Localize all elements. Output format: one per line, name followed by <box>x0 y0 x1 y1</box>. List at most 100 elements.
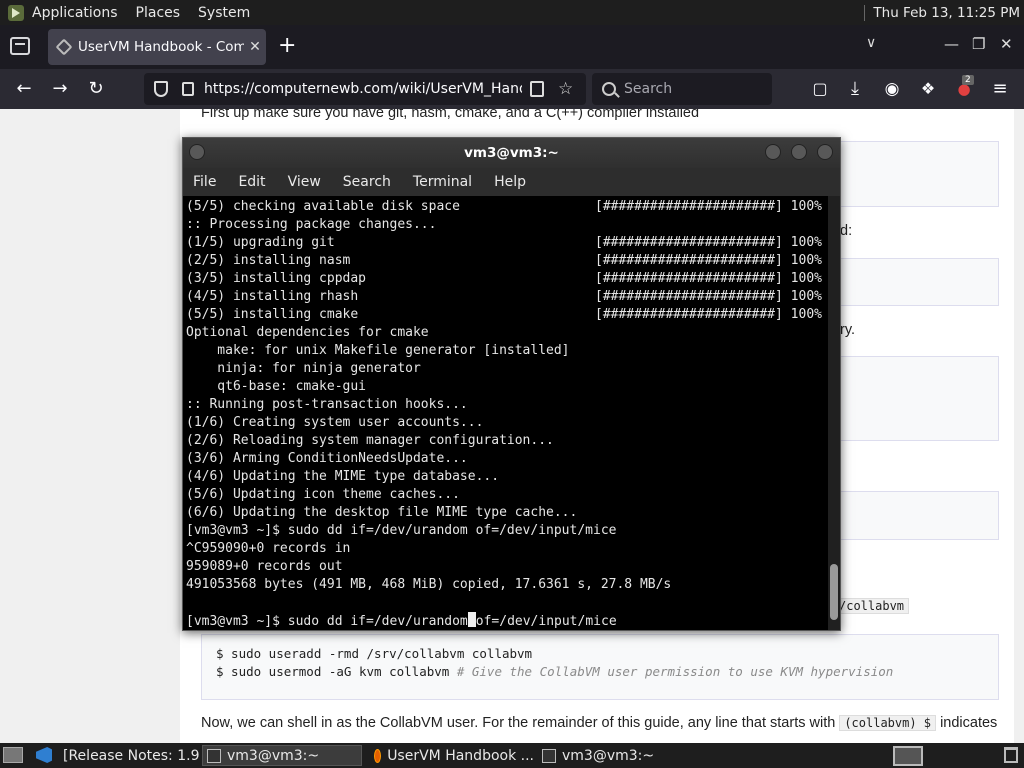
clock[interactable]: Thu Feb 13, 11:25 PM <box>873 5 1020 21</box>
search-icon <box>602 82 616 96</box>
bookmark-star-icon[interactable]: ☆ <box>558 79 573 99</box>
task-firefox[interactable]: UserVM Handbook ... <box>370 745 534 766</box>
terminal-output-line: 491053568 bytes (491 MB, 468 MiB) copied… <box>186 577 672 592</box>
back-arrow-icon[interactable]: ← <box>12 77 36 101</box>
extension-badge: 2 <box>962 75 974 85</box>
terminal-output-line: (1/5) upgrading git <box>186 235 335 250</box>
progress-bar-text: [######################] 100% <box>595 253 822 268</box>
workspace-switcher[interactable] <box>893 746 923 766</box>
terminal-title: vm3@vm3:~ <box>464 145 559 161</box>
applications-menu[interactable]: Applications <box>32 5 118 21</box>
navigation-toolbar: ← → ↻ https://computernewb.com/wiki/User… <box>0 69 1024 109</box>
code-lines: $ sudo useradd -rmd /srv/collabvm collab… <box>216 646 894 679</box>
firefox-icon <box>374 748 382 763</box>
terminal-output-line: (4/6) Updating the MIME type database... <box>186 469 500 484</box>
terminal-output-line: [vm3@vm3 ~]$ sudo dd if=/dev/urandom of=… <box>186 523 617 538</box>
url-text[interactable]: https://computernewb.com/wiki/UserVM_Han… <box>204 81 522 97</box>
close-tab-icon[interactable]: ✕ <box>244 39 266 55</box>
places-menu[interactable]: Places <box>136 5 181 21</box>
footer-paragraph: Now, we can shell in as the CollabVM use… <box>201 715 998 731</box>
terminal-icon <box>542 748 556 763</box>
trash-icon[interactable] <box>1004 747 1018 763</box>
task-terminal[interactable]: vm3@vm3:~ <box>538 745 698 766</box>
lock-icon[interactable] <box>182 82 194 96</box>
search-placeholder: Search <box>624 81 673 97</box>
account-icon[interactable]: ◉ <box>880 77 904 101</box>
close-window-icon[interactable]: ✕ <box>1000 35 1013 53</box>
terminal-output-line: 959089+0 records out <box>186 559 343 574</box>
terminal-output-line: (5/5) installing cmake <box>186 307 359 322</box>
task-terminal-active[interactable]: vm3@vm3:~ <box>202 745 362 766</box>
downloads-icon[interactable]: ⤓ <box>843 77 867 101</box>
terminal-output-line: ^C959090+0 records in <box>186 541 351 556</box>
reload-icon[interactable]: ↻ <box>84 77 108 101</box>
terminal-menubar: File Edit View Search Terminal Help <box>183 168 840 196</box>
extensions-icon[interactable]: ❖ <box>916 77 940 101</box>
scrollbar-thumb[interactable] <box>830 564 838 620</box>
menu-file[interactable]: File <box>193 174 216 190</box>
show-desktop-icon[interactable] <box>3 747 23 763</box>
terminal-output-line: (3/6) Arming ConditionNeedsUpdate... <box>186 451 468 466</box>
restore-icon[interactable]: ❐ <box>972 35 985 53</box>
terminal-output-line: (5/5) checking available disk space <box>186 199 460 214</box>
terminal-output-line: (2/5) installing nasm <box>186 253 351 268</box>
tab-title: UserVM Handbook - Compu <box>78 39 244 55</box>
terminal-output-line: :: Running post-transaction hooks... <box>186 397 468 412</box>
progress-bar-text: [######################] 100% <box>595 199 822 214</box>
terminal-scrollbar[interactable] <box>828 196 840 630</box>
terminal-output-line: :: Processing package changes... <box>186 217 437 232</box>
menu-edit[interactable]: Edit <box>238 174 265 190</box>
terminal-output-line: (4/5) installing rhash <box>186 289 359 304</box>
search-input[interactable]: Search <box>592 73 772 105</box>
inline-code-path: /collabvm <box>834 598 910 614</box>
new-tab-icon[interactable]: + <box>278 33 296 58</box>
list-all-tabs-icon[interactable] <box>10 37 30 55</box>
paragraph-fragment: d: <box>840 223 853 239</box>
favicon-icon <box>55 38 73 56</box>
terminal-icon <box>207 748 221 763</box>
bottom-taskbar: [Release Notes: 1.91... vm3@vm3:~ UserVM… <box>0 743 1024 768</box>
terminal-output-line: (2/6) Reloading system manager configura… <box>186 433 554 448</box>
tracking-shield-icon[interactable] <box>154 81 168 97</box>
close-icon[interactable] <box>817 144 833 160</box>
page-scrollbar[interactable] <box>1014 109 1024 743</box>
vscode-icon[interactable] <box>36 747 52 763</box>
progress-bar-text: [######################] 100% <box>595 271 822 286</box>
terminal-output-line: qt6-base: cmake-gui <box>186 379 367 394</box>
terminal-output-line: (3/5) installing cppdap <box>186 271 367 286</box>
terminal-titlebar[interactable]: vm3@vm3:~ <box>183 138 840 168</box>
menu-help[interactable]: Help <box>494 174 526 190</box>
minimize-icon[interactable] <box>765 144 781 160</box>
window-menu-icon[interactable] <box>189 144 205 160</box>
hamburger-menu-icon[interactable]: ≡ <box>988 77 1012 101</box>
useradd-code-block: $ sudo useradd -rmd /srv/collabvm collab… <box>201 634 999 700</box>
forward-arrow-icon[interactable]: → <box>48 77 72 101</box>
task-release-notes[interactable]: [Release Notes: 1.91... <box>58 745 200 766</box>
intro-paragraph: First up make sure you have git, nasm, c… <box>201 109 700 121</box>
terminal-window[interactable]: vm3@vm3:~ File Edit View Search Terminal… <box>182 137 841 631</box>
page-left-gutter <box>0 109 180 743</box>
inline-code: (collabvm) $ <box>839 715 937 731</box>
terminal-output-line: (6/6) Updating the desktop file MIME typ… <box>186 505 578 520</box>
menu-view[interactable]: View <box>288 174 321 190</box>
reader-view-icon[interactable] <box>530 81 544 97</box>
chevron-down-icon[interactable]: ∨ <box>866 35 876 51</box>
terminal-output-line: make: for unix Makefile generator [insta… <box>186 343 570 358</box>
terminal-prompt-line: [vm3@vm3 ~]$ sudo dd if=/dev/urandom of=/… <box>186 612 617 629</box>
progress-bar-text: [######################] 100% <box>595 289 822 304</box>
browser-tab-bar: UserVM Handbook - Compu ✕ + ∨ — ❐ ✕ <box>0 25 1024 69</box>
maximize-icon[interactable] <box>791 144 807 160</box>
terminal-screen[interactable]: [vm3@vm3 ~]$ sudo dd if=/dev/urandom of=/… <box>183 196 828 630</box>
distro-logo-icon[interactable] <box>8 4 24 21</box>
url-bar[interactable]: https://computernewb.com/wiki/UserVM_Han… <box>144 73 586 105</box>
tab-userVM-handbook[interactable]: UserVM Handbook - Compu ✕ <box>48 29 266 65</box>
terminal-output-line: ninja: for ninja generator <box>186 361 421 376</box>
minimize-icon[interactable]: — <box>944 35 959 53</box>
system-top-panel: Applications Places System Thu Feb 13, 1… <box>0 0 1024 25</box>
system-menu[interactable]: System <box>198 5 250 21</box>
terminal-output-line: (1/6) Creating system user accounts... <box>186 415 484 430</box>
menu-search[interactable]: Search <box>343 174 391 190</box>
pocket-icon[interactable]: ▢ <box>808 77 832 101</box>
menu-terminal[interactable]: Terminal <box>413 174 472 190</box>
code-comment: # Give the CollabVM user permission to u… <box>456 664 894 679</box>
